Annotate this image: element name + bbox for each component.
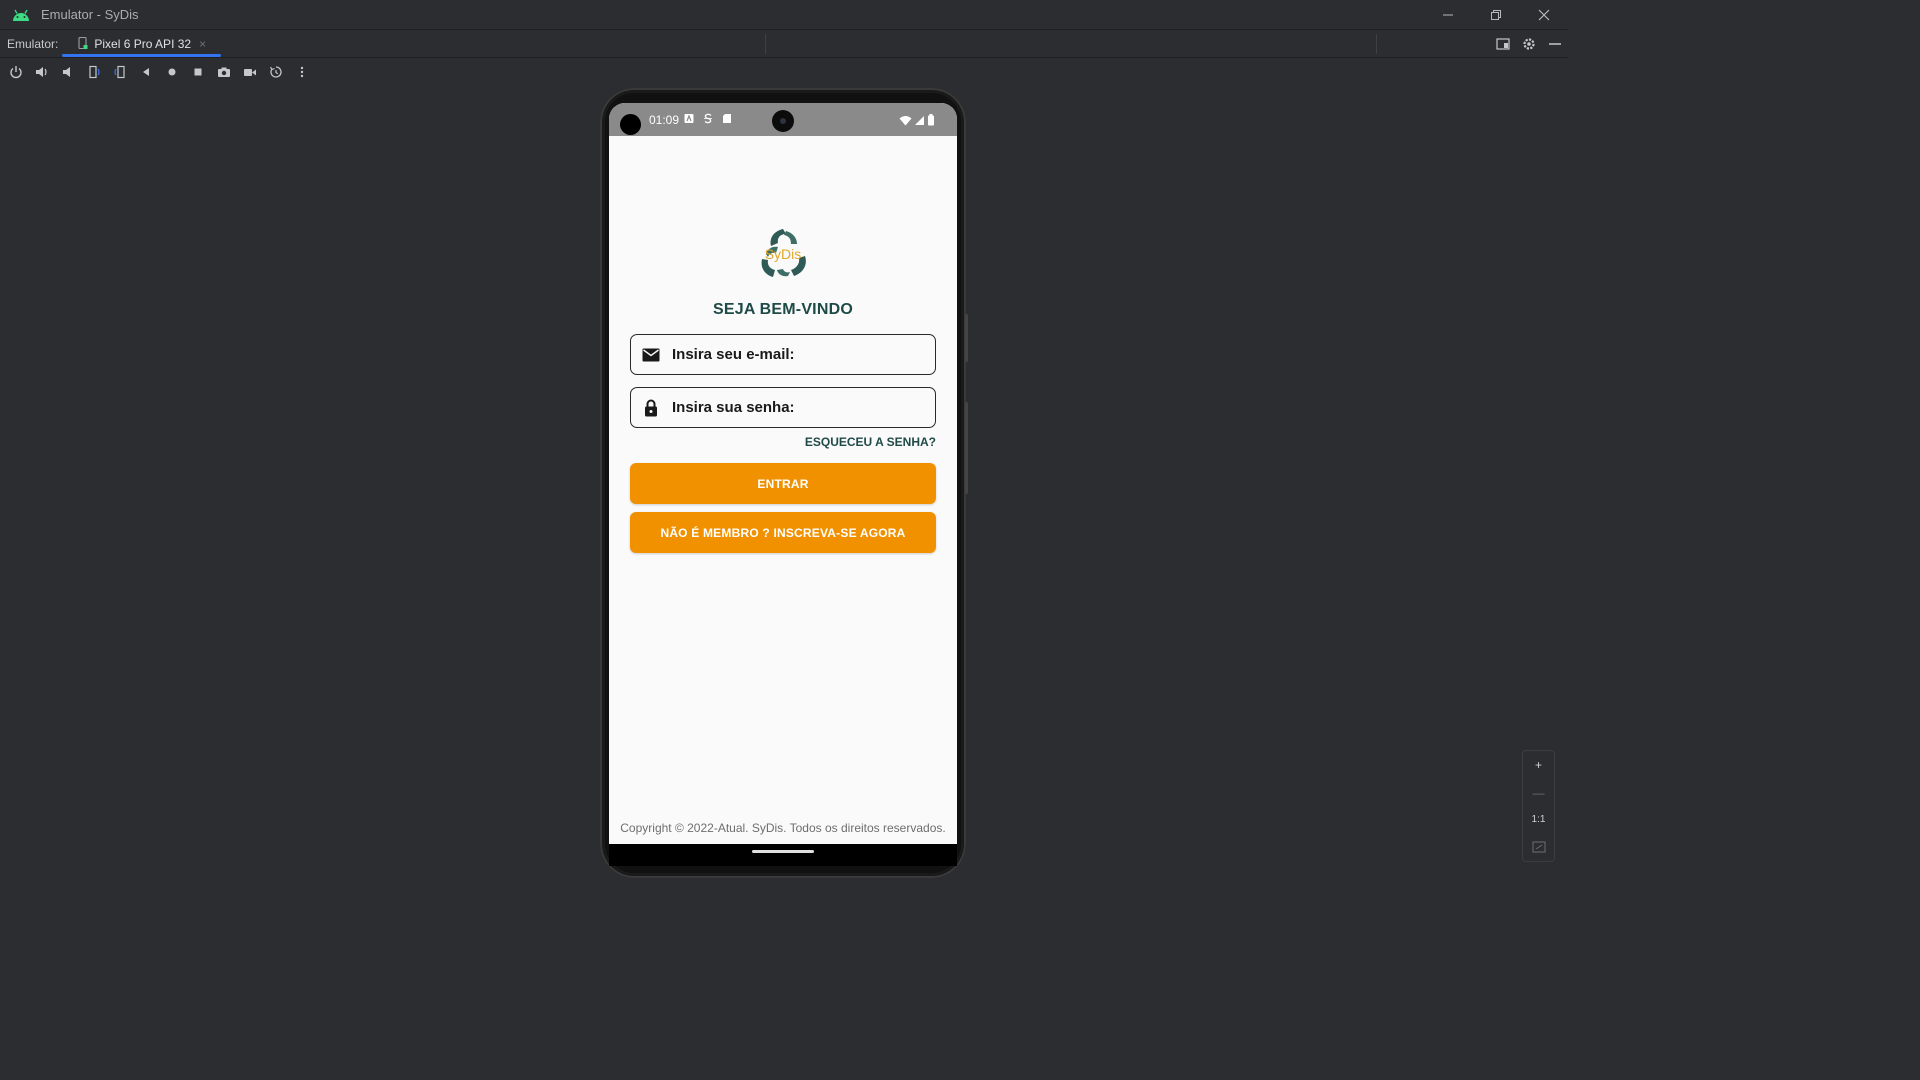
zoom-actual-size-button[interactable]: 1:1 bbox=[1532, 815, 1546, 825]
notification-s-icon bbox=[704, 113, 712, 124]
login-button[interactable]: ENTRAR bbox=[630, 463, 936, 504]
password-field[interactable] bbox=[630, 387, 936, 428]
signal-icon bbox=[915, 115, 924, 125]
close-window-button[interactable] bbox=[1520, 0, 1568, 29]
signup-button[interactable]: NÃO É MEMBRO ? INSCREVA-SE AGORA bbox=[630, 512, 936, 553]
status-bar: 01:09 bbox=[609, 103, 957, 136]
sd-card-icon bbox=[723, 114, 731, 123]
device-side-button bbox=[965, 402, 968, 494]
copyright-footer: Copyright © 2022-Atual. SyDis. Todos os … bbox=[620, 821, 946, 835]
screenshot-button[interactable] bbox=[213, 61, 235, 83]
rotate-left-icon bbox=[89, 65, 100, 79]
device-icon bbox=[78, 37, 88, 50]
screenshot-icon bbox=[218, 67, 230, 77]
forgot-password-link[interactable]: ESQUECEU A SENHA? bbox=[805, 435, 936, 449]
status-time: 01:09 bbox=[649, 113, 680, 127]
home-gesture-handle[interactable] bbox=[752, 850, 814, 853]
rotate-right-icon bbox=[114, 65, 125, 79]
email-field[interactable] bbox=[630, 334, 936, 375]
logo-text: SyDis bbox=[765, 246, 802, 262]
minimize-button[interactable] bbox=[1424, 0, 1472, 29]
lock-icon bbox=[642, 399, 660, 417]
zoom-fit-icon[interactable] bbox=[1532, 841, 1546, 853]
email-icon bbox=[642, 346, 660, 364]
password-input[interactable] bbox=[672, 399, 912, 416]
emulator-label: Emulator: bbox=[7, 36, 59, 51]
home-button[interactable] bbox=[161, 61, 183, 83]
zoom-in-button[interactable]: + bbox=[1535, 759, 1542, 771]
snapshot-icon bbox=[269, 66, 282, 78]
hide-panel-icon[interactable] bbox=[1548, 37, 1562, 51]
tab-device[interactable]: Pixel 6 Pro API 32 × bbox=[62, 30, 221, 57]
power-button[interactable] bbox=[5, 61, 27, 83]
email-input[interactable] bbox=[672, 346, 912, 363]
title-bar: Emulator - SyDis bbox=[0, 0, 1568, 30]
zoom-out-button[interactable]: — bbox=[1533, 787, 1545, 799]
rotate-right-button[interactable] bbox=[109, 61, 131, 83]
tab-device-label: Pixel 6 Pro API 32 bbox=[94, 36, 192, 51]
front-camera bbox=[772, 110, 794, 132]
restore-icon bbox=[1491, 9, 1501, 20]
back-button[interactable] bbox=[135, 61, 157, 83]
sydis-logo-icon: SyDis bbox=[761, 229, 806, 277]
zoom-controls: + — 1:1 bbox=[1522, 750, 1555, 862]
android-icon bbox=[13, 9, 29, 21]
more-icon bbox=[300, 66, 304, 78]
screen-record-icon bbox=[244, 69, 256, 76]
window-title: Emulator - SyDis bbox=[41, 7, 139, 22]
overview-icon bbox=[194, 68, 202, 76]
camera-dot bbox=[620, 114, 641, 135]
restore-button[interactable] bbox=[1472, 0, 1520, 29]
more-button[interactable] bbox=[291, 61, 313, 83]
volume-down-button[interactable] bbox=[57, 61, 79, 83]
device-screen[interactable]: 01:09 SyDis SEJA BEM-VINDO Insira seu e-… bbox=[609, 103, 957, 844]
wifi-icon bbox=[899, 115, 912, 125]
screen-record-button[interactable] bbox=[239, 61, 261, 83]
rotate-left-button[interactable] bbox=[83, 61, 105, 83]
tab-close-icon[interactable]: × bbox=[199, 37, 206, 51]
tab-bar: Emulator: Pixel 6 Pro API 32 × bbox=[0, 30, 1568, 58]
close-icon bbox=[1538, 9, 1550, 20]
home-icon bbox=[168, 68, 176, 76]
overview-button[interactable] bbox=[187, 61, 209, 83]
power-icon bbox=[10, 66, 22, 79]
volume-up-icon bbox=[36, 67, 47, 77]
volume-down-icon bbox=[63, 67, 70, 77]
back-icon bbox=[143, 68, 149, 76]
settings-gear-icon[interactable] bbox=[1522, 37, 1536, 51]
device-side-button bbox=[965, 314, 968, 362]
battery-icon bbox=[928, 114, 934, 126]
gesture-nav-bar bbox=[609, 844, 957, 866]
notification-a-icon bbox=[684, 114, 694, 123]
emulator-toolbar bbox=[0, 58, 1573, 86]
welcome-heading: SEJA BEM-VINDO bbox=[712, 301, 853, 318]
layout-icon[interactable] bbox=[1496, 37, 1510, 51]
snapshot-button[interactable] bbox=[265, 61, 287, 83]
divider bbox=[765, 34, 766, 54]
minimize-icon bbox=[1443, 14, 1453, 15]
divider bbox=[1376, 34, 1377, 54]
volume-up-button[interactable] bbox=[31, 61, 53, 83]
